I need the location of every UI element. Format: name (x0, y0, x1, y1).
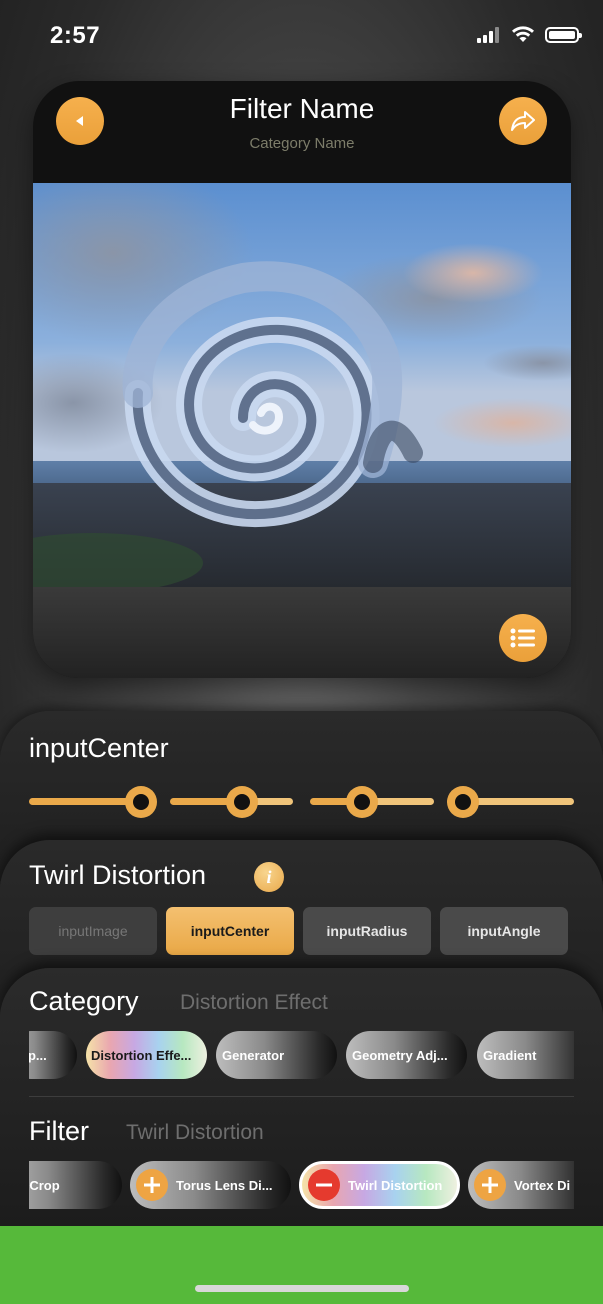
filtered-photo (33, 183, 571, 587)
category-chip[interactable]: e Op... (29, 1031, 77, 1079)
chip-label: Gradient (483, 1047, 537, 1063)
browser-panel: Category Distortion Effect e Op... Disto… (0, 968, 603, 1230)
add-filter-button[interactable] (474, 1169, 506, 1201)
wifi-icon (512, 26, 534, 42)
chip-label: e Op... (29, 1047, 47, 1063)
status-icons (477, 26, 582, 43)
info-icon[interactable]: i (254, 862, 284, 892)
tab-input-image[interactable]: inputImage (29, 907, 157, 955)
slider-knob[interactable] (226, 786, 258, 818)
chip-label: etch Crop (29, 1177, 60, 1193)
category-chip[interactable]: Geometry Adj... (346, 1031, 467, 1079)
chip-label: Vortex Di (514, 1177, 571, 1193)
chip-label: Generator (222, 1047, 285, 1063)
filter-chip[interactable]: etch Crop (29, 1161, 122, 1209)
filter-title: Twirl Distortion (29, 860, 207, 890)
remove-filter-button[interactable] (308, 1169, 340, 1201)
preview-card: Filter Name Category Name (33, 81, 571, 678)
plus-icon (144, 1177, 160, 1193)
parameter-label: inputCenter (29, 733, 169, 763)
chip-label: Twirl Distortion (348, 1177, 443, 1193)
selected-category: Distortion Effect (180, 991, 328, 1014)
category-chip[interactable]: Gradient (477, 1031, 574, 1079)
slider-1[interactable] (29, 786, 157, 818)
filter-chip[interactable]: Torus Lens Di... (130, 1161, 291, 1209)
share-button[interactable] (499, 97, 547, 145)
share-arrow-icon (511, 111, 535, 131)
category-chip-row: e Op... Distortion Effe... Generator Geo… (29, 1031, 574, 1081)
slider-2[interactable] (170, 786, 293, 818)
status-bar: 2:57 (0, 0, 603, 70)
category-chip[interactable]: Generator (216, 1031, 337, 1079)
slider-knob[interactable] (447, 786, 479, 818)
filter-chip[interactable]: Vortex Di (468, 1161, 574, 1209)
category-chip-selected[interactable]: Distortion Effe... (86, 1031, 207, 1079)
list-icon (510, 628, 535, 648)
tab-input-center[interactable]: inputCenter (166, 907, 294, 955)
slider-4[interactable] (447, 786, 574, 818)
slider-knob[interactable] (346, 786, 378, 818)
list-menu-button[interactable] (499, 614, 547, 662)
plus-icon (482, 1177, 498, 1193)
tab-input-radius[interactable]: inputRadius (303, 907, 431, 955)
input-tabs: inputImage inputCenter inputRadius input… (29, 907, 568, 955)
chip-label: Distortion Effe... (91, 1047, 192, 1063)
filter-chip-selected[interactable]: Twirl Distortion (299, 1161, 460, 1209)
minus-icon (316, 1183, 332, 1187)
status-time: 2:57 (50, 22, 101, 49)
filter-heading: Filter (29, 1116, 89, 1146)
battery-icon (545, 26, 582, 43)
add-filter-button[interactable] (136, 1169, 168, 1201)
card-footer (33, 587, 571, 678)
slider-knob[interactable] (125, 786, 157, 818)
chip-label: Torus Lens Di... (176, 1177, 273, 1193)
filter-chip-row: etch Crop Torus Lens Di... Twirl Distort… (29, 1161, 574, 1211)
selected-filter: Twirl Distortion (126, 1121, 264, 1144)
category-heading: Category (29, 986, 139, 1016)
chip-label: Geometry Adj... (352, 1047, 448, 1063)
home-indicator[interactable] (195, 1285, 409, 1292)
category-name-subtitle: Category Name (249, 135, 355, 152)
slider-3[interactable] (310, 786, 434, 818)
bottom-bar (0, 1226, 603, 1304)
tab-input-angle[interactable]: inputAngle (440, 907, 568, 955)
filter-name-title: Filter Name (229, 93, 375, 124)
signal-icon (477, 26, 499, 43)
section-divider (29, 1096, 574, 1097)
